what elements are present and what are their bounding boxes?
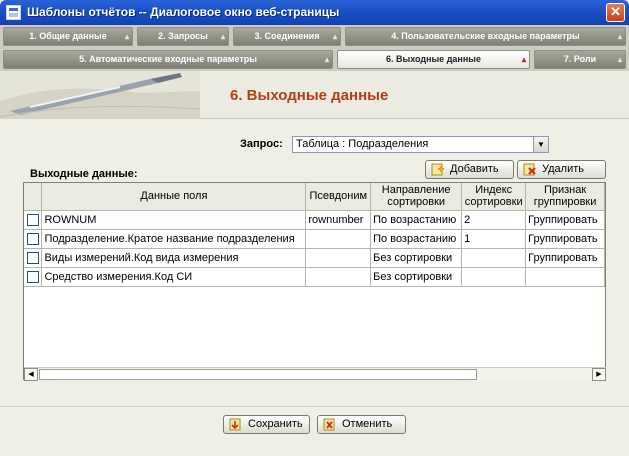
- table-row[interactable]: Подразделение.Кратое название подразделе…: [24, 229, 605, 249]
- cell-sort-index: 1: [461, 229, 527, 249]
- window-titlebar: Шаблоны отчётов -- Диалоговое окно веб-с…: [0, 0, 629, 25]
- tab-general[interactable]: 1. Общие данные ▴: [3, 27, 133, 46]
- page-banner: 6. Выходные данные: [0, 71, 629, 119]
- cell-sort-index: [461, 267, 527, 287]
- cell-sort-index: [461, 248, 527, 268]
- tab-general-label: 1. Общие данные: [29, 31, 107, 41]
- row-checkbox[interactable]: [26, 213, 39, 226]
- save-button[interactable]: Сохранить: [223, 415, 310, 434]
- tab-user-input-params-label: 4. Пользовательские входные параметры: [391, 31, 580, 41]
- delete-button-label: Удалить: [542, 163, 584, 175]
- table-row[interactable]: Виды измерений.Код вида измерения Без со…: [24, 248, 605, 268]
- column-header[interactable]: Данные поля: [41, 183, 307, 211]
- row-checkbox[interactable]: [26, 251, 39, 264]
- tab-arrows-icon: ▴: [332, 32, 337, 41]
- tab-output-data-label: 6. Выходные данные: [386, 54, 481, 64]
- query-label: Запрос:: [240, 138, 283, 150]
- add-icon: [431, 163, 444, 176]
- row-checkbox[interactable]: [26, 270, 39, 283]
- column-header[interactable]: Индекс сортировки: [461, 183, 527, 211]
- cell-group: Группировать: [525, 248, 605, 268]
- chevron-down-icon[interactable]: ▼: [533, 137, 548, 152]
- row-checkbox-cell: [24, 229, 43, 249]
- cell-group: [525, 267, 605, 287]
- delete-icon: [523, 163, 536, 176]
- cancel-icon: [323, 418, 335, 431]
- window-title: Шаблоны отчётов -- Диалоговое окно веб-с…: [27, 5, 340, 19]
- cell-alias: [305, 267, 372, 287]
- tab-queries[interactable]: 2. Запросы ▴: [137, 27, 229, 46]
- cell-group: Группировать: [525, 210, 605, 230]
- horizontal-scrollbar[interactable]: ◀ ▶: [24, 367, 606, 381]
- cell-sort-direction: Без сортировки: [370, 248, 463, 268]
- tab-arrows-icon: ▴: [521, 55, 526, 64]
- row-checkbox-cell: [24, 267, 43, 287]
- scroll-right-icon[interactable]: ▶: [592, 368, 606, 381]
- tabs-row-2: 5. Автоматические входные параметры ▴ 6.…: [0, 48, 629, 71]
- header-checkbox: [24, 183, 43, 211]
- scroll-left-icon[interactable]: ◀: [24, 368, 38, 381]
- window-icon: [6, 5, 21, 20]
- tab-arrows-icon: ▴: [324, 55, 329, 64]
- query-select-value: Таблица : Подразделения: [296, 138, 429, 150]
- tab-arrows-icon: ▴: [617, 32, 622, 41]
- cell-sort-index: 2: [461, 210, 527, 230]
- cell-field: ROWNUM: [41, 210, 307, 230]
- tab-auto-input-params[interactable]: 5. Автоматические входные параметры ▴: [3, 50, 333, 69]
- add-button[interactable]: Добавить: [425, 160, 514, 179]
- cell-alias: [305, 248, 372, 268]
- column-header[interactable]: Псевдоним: [305, 183, 372, 211]
- table-header-row: Данные поля Псевдоним Направление сортир…: [24, 183, 605, 211]
- cell-field: Виды измерений.Код вида измерения: [41, 248, 307, 268]
- tab-queries-label: 2. Запросы: [158, 31, 208, 41]
- row-checkbox[interactable]: [26, 232, 39, 245]
- cell-sort-direction: По возрастанию: [370, 210, 463, 230]
- tab-arrows-icon: ▴: [220, 32, 225, 41]
- cell-group: Группировать: [525, 229, 605, 249]
- column-header[interactable]: Направление сортировки: [370, 183, 463, 211]
- page-title: 6. Выходные данные: [230, 87, 389, 104]
- row-checkbox-cell: [24, 248, 43, 268]
- content-area: Запрос: Таблица : Подразделения ▼ Добави…: [0, 120, 629, 456]
- tabs-row-1: 1. Общие данные ▴ 2. Запросы ▴ 3. Соедин…: [0, 25, 629, 48]
- tab-joins-label: 3. Соединения: [254, 31, 320, 41]
- output-grid: Данные поля Псевдоним Направление сортир…: [23, 182, 606, 380]
- cell-sort-direction: По возрастанию: [370, 229, 463, 249]
- tab-joins[interactable]: 3. Соединения ▴: [233, 27, 341, 46]
- add-button-label: Добавить: [450, 163, 499, 175]
- tab-output-data[interactable]: 6. Выходные данные ▴: [337, 50, 530, 69]
- cell-field: Средство измерения.Код СИ: [41, 267, 307, 287]
- tab-auto-input-params-label: 5. Автоматические входные параметры: [79, 54, 257, 64]
- row-checkbox-cell: [24, 210, 43, 230]
- cell-field: Подразделение.Кратое название подразделе…: [41, 229, 307, 249]
- cancel-button-label: Отменить: [342, 418, 393, 430]
- table-row[interactable]: Средство измерения.Код СИ Без сортировки: [24, 267, 605, 287]
- tab-arrows-icon: ▴: [617, 55, 622, 64]
- output-table: Данные поля Псевдоним Направление сортир…: [24, 183, 605, 287]
- column-header[interactable]: Признак группировки: [525, 183, 605, 211]
- tab-user-input-params[interactable]: 4. Пользовательские входные параметры ▴: [345, 27, 626, 46]
- cell-alias: [305, 229, 372, 249]
- close-button[interactable]: ✕: [606, 3, 625, 22]
- output-data-label: Выходные данные:: [30, 168, 138, 180]
- cancel-button[interactable]: Отменить: [317, 415, 406, 434]
- table-row[interactable]: ROWNUM rownumber По возрастанию 2 Группи…: [24, 210, 605, 230]
- footer-divider: [0, 406, 629, 407]
- cell-sort-direction: Без сортировки: [370, 267, 463, 287]
- save-button-label: Сохранить: [248, 418, 303, 430]
- query-select[interactable]: Таблица : Подразделения ▼: [292, 136, 549, 153]
- tab-roles[interactable]: 7. Роли ▴: [534, 50, 626, 69]
- delete-button[interactable]: Удалить: [517, 160, 606, 179]
- banner-pen-image: [0, 71, 200, 119]
- save-icon: [229, 418, 241, 431]
- cell-alias: rownumber: [305, 210, 372, 230]
- tab-roles-label: 7. Роли: [563, 54, 597, 64]
- tab-arrows-icon: ▴: [124, 32, 129, 41]
- scrollbar-thumb[interactable]: [39, 369, 477, 380]
